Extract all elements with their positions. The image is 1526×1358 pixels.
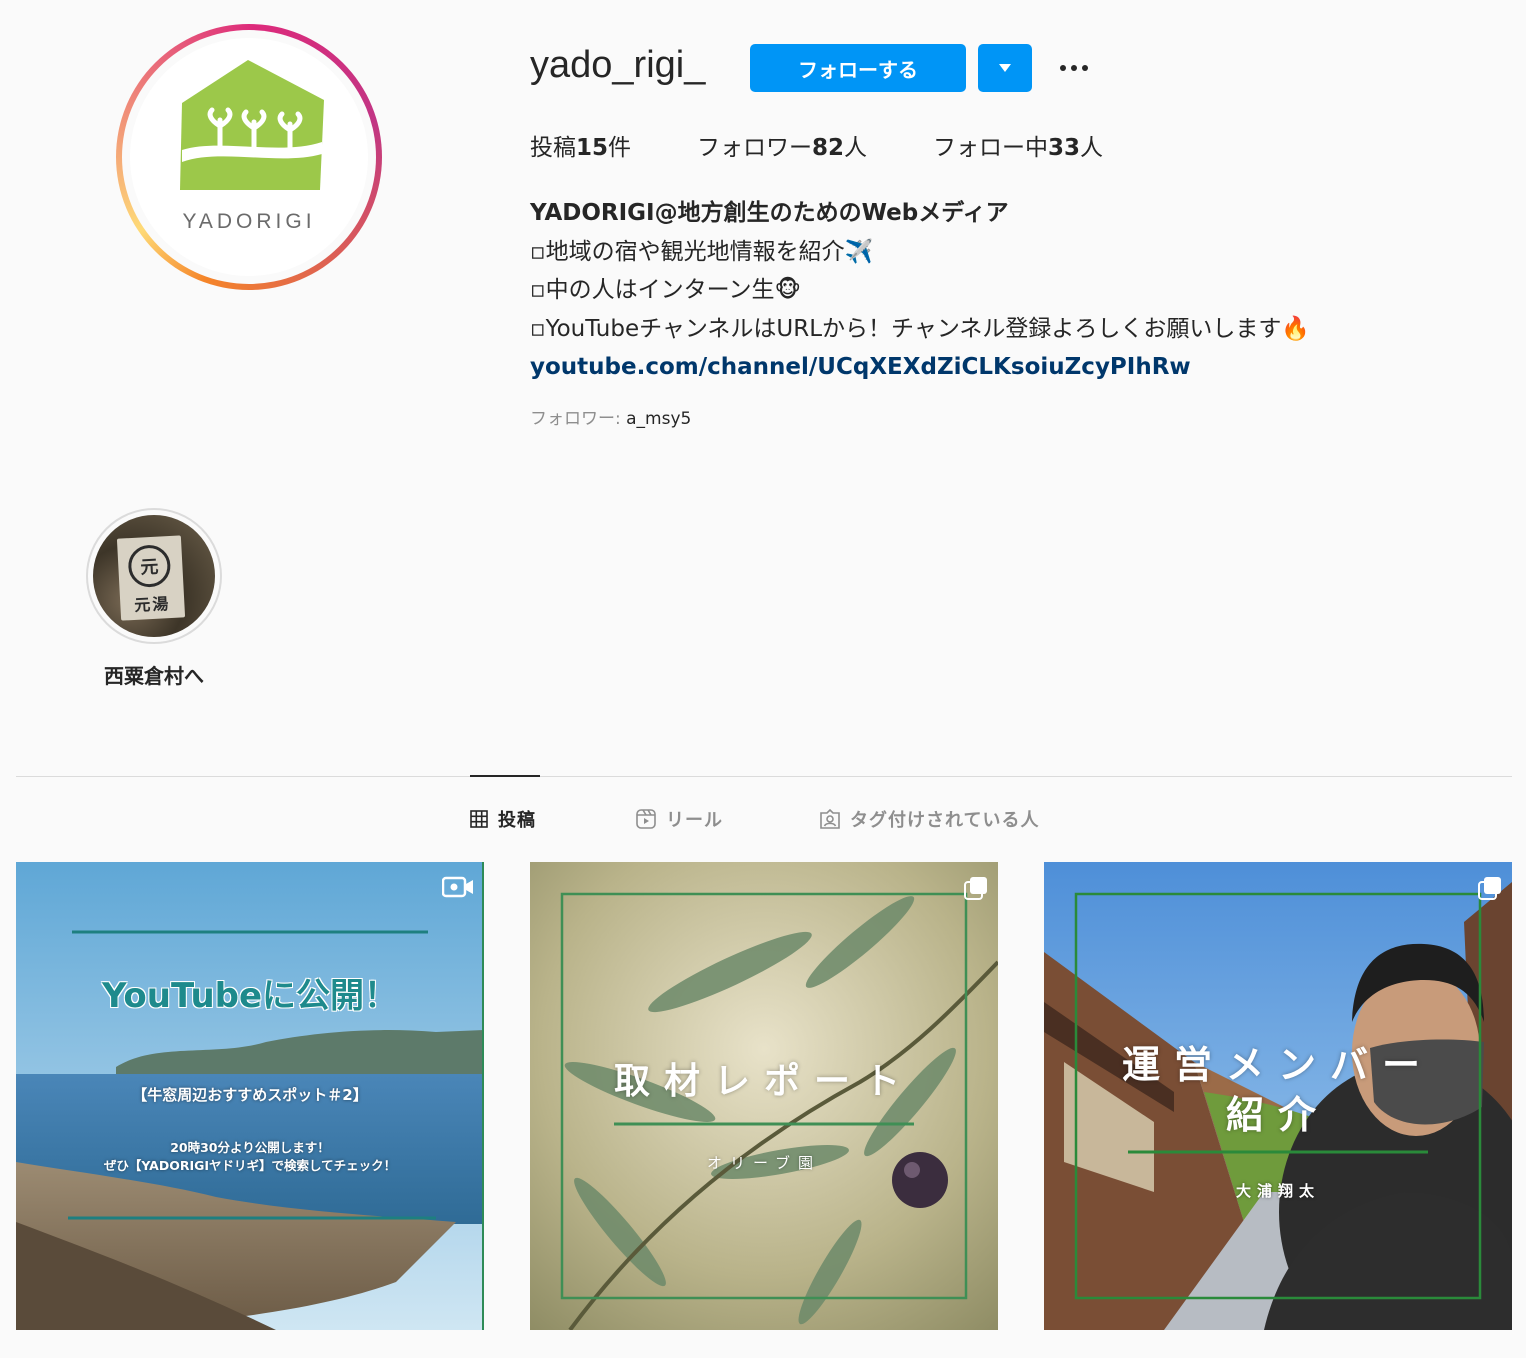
wooden-sign: 元 元湯 (116, 535, 186, 621)
highlight-label[interactable]: 西粟倉村へ (68, 660, 240, 689)
sign-mark: 元 (127, 543, 172, 589)
followed-by[interactable]: フォロワー: a_msy5 (530, 404, 691, 429)
post-tile[interactable]: 運営メンバー 紹介 大浦翔太 (1044, 862, 1512, 1330)
tab-tagged-label: タグ付けされている人 (850, 810, 1040, 831)
carousel-icon (964, 876, 988, 904)
caret-down-icon (999, 64, 1011, 72)
post-title: 運営メンバー (1121, 1043, 1434, 1087)
active-tab-indicator (470, 775, 540, 777)
post-subtitle: 【牛窓周辺おすすめスポット＃2】 (132, 1086, 368, 1104)
post-title: 紹介 (1225, 1093, 1330, 1137)
bio-external-link[interactable]: youtube.com/channel/UCqXEXdZiCLKsoiuZcyP… (530, 348, 1310, 387)
posts-unit: 件 (608, 135, 632, 161)
post-tile[interactable]: YouTubeに公開！ 【牛窓周辺おすすめスポット＃2】 20時30分より公開し… (16, 862, 484, 1330)
profile-bio: YADORIGI@地方創生のためのWebメディア ▫地域の宿や観光地情報を紹介✈… (530, 194, 1310, 387)
profile-avatar[interactable]: YADORIGI (116, 24, 382, 290)
bio-line: ▫YouTubeチャンネルはURLから！チャンネル登録よろしくお願いします🔥 (530, 315, 1311, 342)
posts-count: 投稿15件 (530, 128, 631, 162)
tab-reels-label: リール (666, 810, 723, 831)
suggested-dropdown-button[interactable] (978, 44, 1032, 92)
tab-reels[interactable]: リール (636, 806, 723, 832)
posts-number: 15 (576, 135, 609, 161)
avatar-wordmark: YADORIGI (182, 210, 316, 233)
profile-stats: 投稿15件 フォロワー82人 フォロー中33人 (530, 128, 1169, 162)
followers-number: 82 (812, 135, 845, 161)
dot-icon (1071, 65, 1077, 71)
post-caption-line: 20時30分より公開します！ (170, 1140, 330, 1155)
post-subtitle: 大浦翔太 (1235, 1182, 1320, 1200)
tab-posts-label: 投稿 (498, 810, 536, 831)
tabs-divider (16, 776, 1512, 777)
post-title: 取材レポート (613, 1061, 914, 1102)
followers-link[interactable]: フォロワー82人 (697, 128, 867, 162)
carousel-icon (1478, 876, 1502, 904)
followed-by-label: フォロワー: (530, 409, 627, 429)
grid-icon (470, 810, 488, 828)
following-link[interactable]: フォロー中33人 (933, 128, 1103, 162)
followers-unit: 人 (844, 135, 868, 161)
followed-by-user: a_msy5 (626, 409, 692, 429)
dot-icon (1082, 65, 1088, 71)
video-icon (441, 876, 474, 902)
follow-button[interactable]: フォローする (750, 44, 966, 92)
following-number: 33 (1048, 135, 1081, 161)
post-caption-line: ぜひ【YADORIGIヤドリギ】で検索してチェック！ (103, 1158, 397, 1173)
tab-posts[interactable]: 投稿 (470, 806, 536, 832)
bio-name: YADORIGI@地方創生のためのWebメディア (530, 200, 1009, 226)
post-subtitle: オリーブ園 (706, 1154, 822, 1172)
reels-icon (636, 809, 656, 829)
post-title: YouTubeに公開！ (101, 976, 399, 1016)
post-tile[interactable]: 取材レポート オリーブ園 (530, 862, 998, 1330)
highlight-thumbnail: 元 元湯 (93, 515, 215, 637)
tab-tagged[interactable]: タグ付けされている人 (820, 806, 1039, 832)
house-logo-icon (180, 60, 324, 190)
avatar-border: YADORIGI (122, 30, 376, 284)
bio-line: ▫中の人はインターン生🐵 (530, 277, 802, 303)
bio-line: ▫地域の宿や観光地情報を紹介✈️ (530, 238, 874, 265)
following-label: フォロー中 (933, 135, 1049, 161)
posts-label: 投稿 (530, 135, 576, 161)
yadorigi-logo: YADORIGI (130, 38, 368, 276)
followers-label: フォロワー (697, 135, 813, 161)
dot-icon (1060, 65, 1066, 71)
story-highlight[interactable]: 元 元湯 (86, 508, 222, 644)
sign-text: 元湯 (133, 594, 171, 615)
profile-username: yado_rigi_ (530, 44, 706, 86)
following-unit: 人 (1080, 135, 1104, 161)
more-options-button[interactable] (1054, 58, 1094, 78)
tagged-icon (820, 809, 840, 829)
